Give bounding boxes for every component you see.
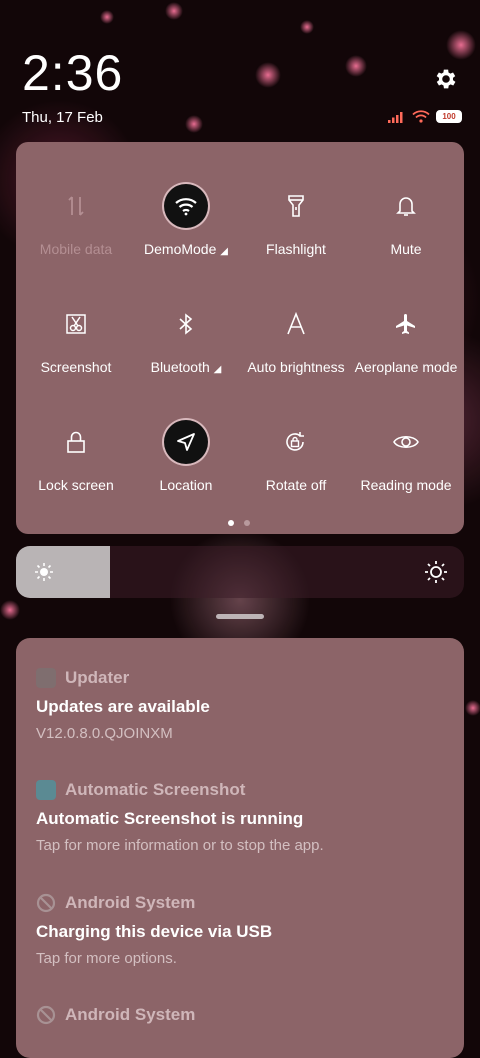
notification-text: Tap for more options. (36, 950, 177, 967)
mobile-data-icon (54, 184, 98, 228)
bluetooth-icon (164, 302, 208, 346)
tile-mobile-data[interactable]: Mobile data (20, 170, 132, 280)
page-indicator (228, 520, 250, 526)
page-dot-1[interactable] (228, 520, 234, 526)
tile-flashlight[interactable]: Flashlight (240, 170, 352, 280)
updater-icon (36, 668, 56, 688)
notification-app-name: Automatic Screenshot (65, 780, 246, 799)
tile-label: Aeroplane mode (354, 359, 458, 375)
notification-app-name: Android System (65, 893, 196, 912)
battery-icon: 100 (436, 110, 462, 123)
status-icons: 100 (388, 110, 462, 123)
tile-label: DemoMode ◢ (144, 241, 228, 257)
notification-title: Automatic Screenshot is running (36, 809, 304, 828)
bell-icon (384, 184, 428, 228)
tile-label: Mute (390, 241, 422, 257)
android-system-icon (36, 1005, 56, 1025)
tile-label: Reading mode (360, 477, 452, 493)
flashlight-icon (274, 184, 318, 228)
android-system-icon (36, 893, 56, 913)
notification-title: Charging this device via USB (36, 922, 273, 941)
notification-android-system[interactable]: Android System (36, 1003, 456, 1027)
date: Thu, 17 Feb (22, 109, 103, 126)
notification-automatic-screenshot[interactable]: Automatic Screenshot Automatic Screensho… (36, 778, 456, 854)
airplane-icon (384, 302, 428, 346)
brightness-fill (16, 546, 111, 598)
screenshot-app-icon (36, 780, 56, 800)
clock: 2:36 (22, 45, 124, 101)
signal-icon (388, 111, 403, 123)
notification-title: Updates are available (36, 697, 210, 716)
brightness-high-icon (425, 561, 447, 583)
page-dot-2[interactable] (244, 520, 250, 526)
notification-app-name: Updater (65, 668, 130, 687)
notification-panel: Updater Updates are available V12.0.8.0.… (16, 638, 464, 1058)
tile-screenshot[interactable]: Screenshot (20, 288, 132, 398)
dropdown-indicator-icon: ◢ (220, 246, 228, 257)
tile-aeroplane-mode[interactable]: Aeroplane mode (350, 288, 462, 398)
quick-settings-panel: Mobile data DemoMode ◢ Flashlight Mute S… (16, 142, 464, 534)
auto-brightness-icon (274, 302, 318, 346)
tile-bluetooth[interactable]: Bluetooth ◢ (130, 288, 242, 398)
tile-auto-brightness[interactable]: Auto brightness (240, 288, 352, 398)
wifi-icon (412, 110, 430, 123)
drag-handle[interactable] (216, 614, 264, 619)
tile-location[interactable]: Location (130, 406, 242, 516)
notification-app-name: Android System (65, 1005, 196, 1024)
brightness-low-icon (35, 563, 53, 581)
tile-lock-screen[interactable]: Lock screen (20, 406, 132, 516)
wifi-icon (164, 184, 208, 228)
tile-label: Auto brightness (247, 359, 345, 375)
notification-text: Tap for more information or to stop the … (36, 837, 324, 854)
tile-label: Lock screen (38, 477, 114, 493)
lock-icon (54, 420, 98, 464)
eye-icon (384, 420, 428, 464)
tile-reading-mode[interactable]: Reading mode (350, 406, 462, 516)
gear-icon[interactable] (433, 66, 459, 92)
tile-label: Location (159, 477, 213, 493)
screenshot-icon (54, 302, 98, 346)
notification-text: V12.0.8.0.QJOINXM (36, 725, 173, 742)
tile-label: Flashlight (266, 241, 326, 257)
tile-label: Screenshot (40, 359, 112, 375)
tile-demomode[interactable]: DemoMode ◢ (130, 170, 242, 280)
tile-rotate-off[interactable]: Rotate off (240, 406, 352, 516)
dropdown-indicator-icon: ◢ (213, 364, 222, 375)
tile-label: Rotate off (265, 477, 327, 493)
brightness-slider[interactable] (16, 546, 464, 598)
notification-updater[interactable]: Updater Updates are available V12.0.8.0.… (36, 666, 456, 742)
notification-android-system-usb[interactable]: Android System Charging this device via … (36, 891, 456, 967)
location-icon (164, 420, 208, 464)
tile-label: Bluetooth ◢ (150, 359, 222, 375)
rotate-lock-icon (274, 420, 318, 464)
tile-mute[interactable]: Mute (350, 170, 462, 280)
tile-label: Mobile data (39, 241, 113, 257)
